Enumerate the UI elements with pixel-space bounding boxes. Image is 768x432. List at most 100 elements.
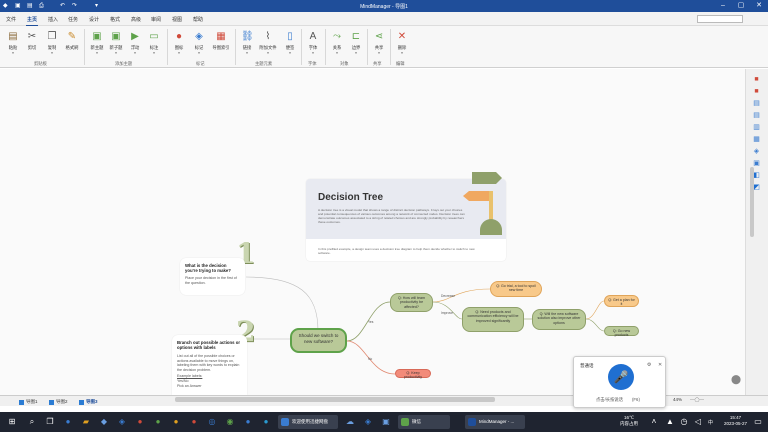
tab-task[interactable]: 任务	[68, 16, 78, 23]
taskbar-app-active[interactable]: MindManager - ...	[465, 415, 525, 429]
cut-button[interactable]: ✂ 剪切	[21, 29, 43, 57]
app-icon[interactable]: ◈	[362, 416, 374, 428]
notification-icon[interactable]: ▭	[752, 416, 764, 428]
link-button[interactable]: ⛓ 链接 ▾	[236, 29, 258, 57]
tab-design[interactable]: 设计	[89, 16, 99, 23]
voice-language[interactable]: 普通话	[580, 363, 594, 369]
search-icon[interactable]: ⌕	[26, 416, 38, 428]
sheet-tab[interactable]: 导图2	[48, 398, 68, 406]
task-pane-icon[interactable]: ■	[752, 87, 761, 96]
tab-home[interactable]: 主页	[25, 16, 39, 26]
task-pane-icon[interactable]: ▦	[752, 135, 761, 144]
copy-button[interactable]: ❐ 复制 ▾	[41, 29, 63, 57]
callout-button[interactable]: ▭ 标注 ▾	[143, 29, 165, 57]
paperclip-icon: ⌇	[265, 31, 271, 42]
app-icon[interactable]: ◉	[224, 416, 236, 428]
app-icon[interactable]: ●	[62, 416, 74, 428]
tab-review[interactable]: 审阅	[151, 16, 161, 23]
sheet-tab[interactable]: 导图1	[18, 398, 38, 406]
tray-icon[interactable]: ▲	[664, 416, 676, 428]
task-pane-icon[interactable]: ◈	[752, 147, 761, 156]
tab-format[interactable]: 格式	[110, 16, 120, 23]
tab-insert[interactable]: 插入	[48, 16, 58, 23]
topic-node[interactable]: Q: Get a plan for it	[604, 295, 639, 307]
step-2-card[interactable]: Branch out possible actions or options w…	[172, 335, 247, 395]
zoom-slider-icon[interactable]: —◯—	[690, 397, 704, 403]
voice-shortcut: (F6)	[632, 397, 640, 402]
search-input[interactable]	[697, 15, 743, 23]
app-icon[interactable]: ☁	[344, 416, 356, 428]
tab-file[interactable]: 文件	[6, 16, 16, 23]
app-icon[interactable]: ●	[242, 416, 254, 428]
ime-indicator[interactable]: 中	[708, 419, 713, 426]
map-index-button[interactable]: ▦ 导图索引	[210, 29, 232, 57]
group-label-markers: 标记	[196, 61, 205, 66]
app-icon[interactable]: ●	[188, 416, 200, 428]
app-icon[interactable]: ●	[170, 416, 182, 428]
attach-button[interactable]: ⌇ 附加文件 ▾	[257, 29, 279, 57]
icon-button[interactable]: ● 图标 ▾	[168, 29, 190, 57]
weather-widget[interactable]: 16℃ 内容占用	[620, 415, 638, 427]
topic-node[interactable]: Q: Need products and communication effic…	[462, 307, 524, 332]
vertical-scrollbar[interactable]	[750, 167, 754, 237]
step-1-card[interactable]: What is the decision you're trying to ma…	[180, 258, 245, 295]
notes-button[interactable]: ▯ 便签 ▾	[279, 29, 301, 57]
step-2-title: Branch out possible actions or options w…	[177, 340, 241, 350]
decision-tree-card[interactable]: Decision Tree A decision tree is a visua…	[306, 172, 506, 261]
taskbar-app[interactable]: 欢迎使用迅捷网盘	[278, 415, 338, 429]
task-pane-icon[interactable]: ▤	[752, 99, 761, 108]
folder-icon[interactable]: ▰	[80, 416, 92, 428]
voice-hint: 点击/长按说话	[596, 397, 623, 402]
microphone-button[interactable]: 🎤	[608, 364, 634, 390]
topic-node[interactable]: Q: Will the new software solution also i…	[532, 309, 586, 330]
clock[interactable]: 15:47 2023-05-27	[724, 415, 747, 427]
subtopic-icon: ▣	[111, 31, 121, 42]
map-canvas[interactable]: Decision Tree A decision tree is a visua…	[0, 69, 745, 395]
doc-note: In this prefilled example, a design team…	[318, 247, 475, 255]
task-pane-icon[interactable]: ■	[752, 75, 761, 84]
delete-button[interactable]: ✕ 删除 ▾	[391, 29, 413, 57]
format-painter-button[interactable]: ✎ 格式刷	[61, 29, 83, 57]
tag-button[interactable]: ◈ 标记 ▾	[188, 29, 210, 57]
boundary-button[interactable]: ⊏ 边界 ▾	[345, 29, 367, 57]
tab-advanced[interactable]: 高级	[131, 16, 141, 23]
app-icon[interactable]: ◎	[206, 416, 218, 428]
delete-icon: ✕	[397, 31, 407, 42]
app-icon[interactable]: ●	[260, 416, 272, 428]
task-pane-icon[interactable]: ▥	[752, 123, 761, 132]
font-button[interactable]: A 字体 ▾	[302, 29, 324, 57]
chevron-up-icon[interactable]: ˄	[648, 416, 660, 428]
task-pane-icon[interactable]: ▤	[752, 111, 761, 120]
app-icon[interactable]: ◆	[98, 416, 110, 428]
maximize-button[interactable]: ▢	[732, 0, 750, 12]
minimize-button[interactable]: –	[714, 0, 732, 12]
location-pin-icon[interactable]: ⬤	[731, 374, 741, 385]
settings-icon[interactable]: ⚙	[647, 362, 651, 368]
topic-node[interactable]: Q: Go new products	[604, 326, 639, 337]
volume-icon[interactable]: ◁	[692, 416, 704, 428]
app-icon[interactable]: ●	[134, 416, 146, 428]
app-icon[interactable]: ●	[152, 416, 164, 428]
topic-node[interactable]: Q: Keep productivity	[395, 369, 431, 379]
sheet-tab-active[interactable]: 导图3	[78, 398, 98, 406]
task-view-icon[interactable]: ❐	[44, 416, 56, 428]
topic-node[interactable]: Q: Go trial, a tool to spoil new time	[490, 281, 542, 297]
tab-view[interactable]: 视图	[172, 16, 182, 23]
start-icon[interactable]: ⊞	[6, 416, 18, 428]
doc-title: Decision Tree	[318, 192, 384, 203]
step-1-text: Place your decision in the first of the …	[185, 276, 237, 285]
topic-node[interactable]: Q: How will team productivity be affecte…	[390, 293, 433, 312]
app-icon[interactable]: ◈	[116, 416, 128, 428]
divider	[84, 29, 85, 65]
tab-help[interactable]: 帮助	[193, 16, 203, 23]
step-2-text: List out all of the possible choices or …	[177, 354, 240, 372]
close-button[interactable]: ✕	[750, 0, 768, 12]
app-icon[interactable]: ▣	[380, 416, 392, 428]
share-button[interactable]: ⋖ 共享 ▾	[368, 29, 390, 57]
taskbar-app[interactable]: 微信	[398, 415, 450, 429]
network-icon[interactable]: ◷	[678, 416, 690, 428]
horizontal-scrollbar[interactable]	[175, 397, 495, 402]
edge-label: Improve	[441, 311, 453, 315]
close-icon[interactable]: ✕	[658, 362, 662, 368]
central-topic[interactable]: Should we switch to new software?	[290, 328, 347, 353]
